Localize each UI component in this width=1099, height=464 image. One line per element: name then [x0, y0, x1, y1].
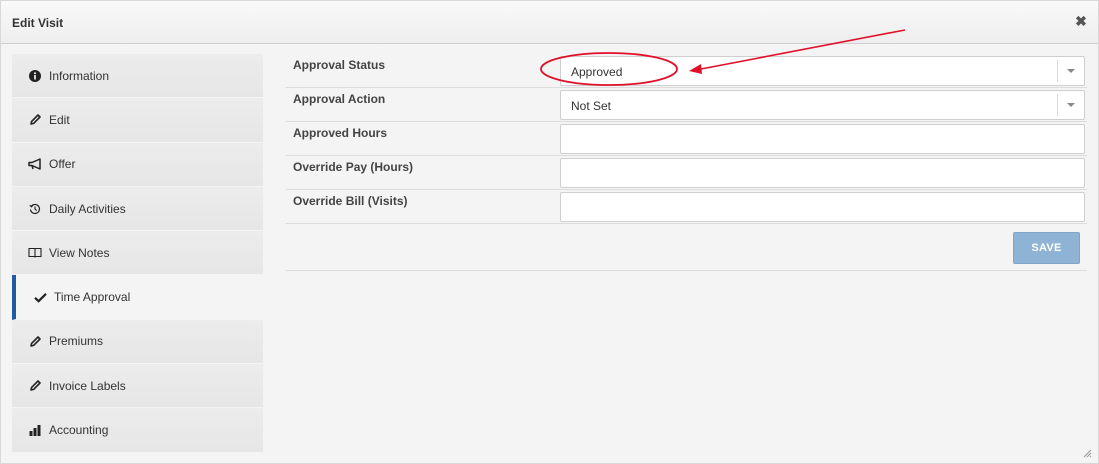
sidebar-item-invoice-labels[interactable]: Invoice Labels: [12, 364, 263, 409]
sidebar-nav: Information Edit Offer Daily Activities …: [12, 54, 263, 453]
sidebar-item-label: View Notes: [49, 245, 110, 260]
approval-status-label: Approval Status: [293, 58, 386, 72]
pencil-icon: [27, 113, 43, 127]
info-circle-icon: [27, 69, 43, 83]
sidebar-item-view-notes[interactable]: View Notes: [12, 231, 263, 276]
sidebar-item-offer[interactable]: Offer: [12, 142, 263, 187]
sidebar-item-label: Time Approval: [54, 290, 131, 305]
override-bill-label: Override Bill (Visits): [293, 194, 408, 208]
dialog-title: Edit Visit: [12, 16, 64, 30]
sidebar-item-time-approval[interactable]: Time Approval: [12, 275, 263, 320]
sidebar-item-label: Daily Activities: [49, 201, 126, 216]
megaphone-icon: [27, 157, 43, 171]
approval-status-value: Approved: [571, 65, 623, 79]
sidebar-item-label: Premiums: [49, 334, 104, 349]
sidebar-item-edit[interactable]: Edit: [12, 98, 263, 143]
check-icon: [32, 290, 48, 304]
approval-action-label: Approval Action: [293, 92, 386, 106]
sidebar-item-information[interactable]: Information: [12, 54, 263, 99]
sidebar-item-label: Offer: [49, 157, 76, 172]
override-pay-row: Override Pay (Hours): [286, 156, 1087, 190]
sidebar-item-label: Information: [49, 68, 110, 83]
bar-chart-icon: [27, 423, 43, 437]
book-icon: [27, 246, 43, 260]
sidebar-item-daily-activities[interactable]: Daily Activities: [12, 186, 263, 232]
time-approval-form: Approval Status Approved Approval Action…: [286, 54, 1087, 271]
chevron-down-icon[interactable]: [1057, 60, 1084, 82]
sidebar-item-accounting[interactable]: Accounting: [12, 408, 263, 453]
history-icon: [27, 202, 43, 216]
approval-status-select[interactable]: Approved: [560, 56, 1085, 86]
save-row: SAVE: [286, 224, 1087, 271]
override-bill-input[interactable]: [560, 192, 1085, 222]
approval-status-row: Approval Status Approved: [286, 54, 1087, 88]
approval-action-row: Approval Action Not Set: [286, 88, 1087, 122]
sidebar-item-label: Edit: [49, 112, 70, 127]
approval-action-value: Not Set: [571, 99, 612, 113]
override-bill-row: Override Bill (Visits): [286, 190, 1087, 224]
sidebar-item-label: Invoice Labels: [49, 378, 126, 393]
approved-hours-row: Approved Hours: [286, 122, 1087, 156]
approved-hours-input[interactable]: [560, 124, 1085, 154]
sidebar-item-label: Accounting: [49, 423, 109, 438]
resize-grip-icon[interactable]: [1082, 448, 1092, 458]
override-pay-input[interactable]: [560, 158, 1085, 188]
approved-hours-label: Approved Hours: [293, 126, 388, 140]
approval-action-select[interactable]: Not Set: [560, 90, 1085, 120]
edit-visit-dialog: Edit Visit ✖ Information Edit Offer Dail…: [0, 0, 1099, 464]
pencil-icon: [27, 379, 43, 393]
override-pay-label: Override Pay (Hours): [293, 160, 414, 174]
chevron-down-icon[interactable]: [1057, 94, 1084, 116]
save-button[interactable]: SAVE: [1013, 232, 1080, 264]
dialog-titlebar: Edit Visit ✖: [1, 1, 1098, 44]
pencil-icon: [27, 334, 43, 348]
close-icon[interactable]: ✖: [1074, 14, 1088, 28]
sidebar-item-premiums[interactable]: Premiums: [12, 319, 263, 365]
